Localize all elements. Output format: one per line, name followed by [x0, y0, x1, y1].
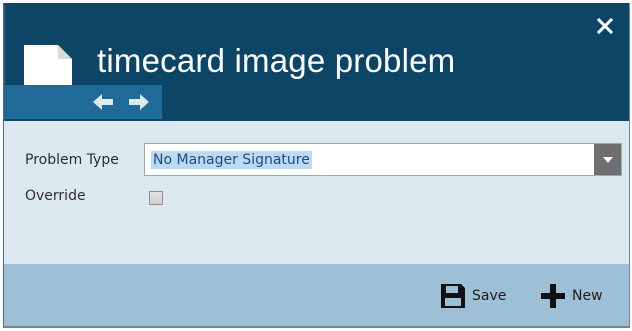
problem-type-label: Problem Type: [25, 152, 119, 168]
new-button[interactable]: New: [540, 283, 603, 309]
problem-type-value: No Manager Signature: [151, 151, 312, 169]
override-label: Override: [25, 188, 86, 204]
problem-form: Problem Type No Manager Signature Overri…: [4, 121, 629, 264]
save-label: Save: [472, 288, 507, 304]
new-label: New: [572, 288, 603, 304]
problem-type-dropdown-button[interactable]: [594, 144, 621, 175]
override-checkbox[interactable]: [149, 191, 163, 205]
chevron-down-icon: [603, 157, 613, 163]
dialog-footer: Save New: [4, 264, 629, 326]
timecard-problem-dialog: timecard image problem Problem Type No M…: [3, 3, 630, 328]
arrow-left-icon[interactable]: [92, 93, 114, 111]
record-navigation: [4, 85, 162, 119]
dialog-header: timecard image problem: [4, 3, 629, 121]
problem-type-select[interactable]: No Manager Signature: [144, 143, 622, 176]
arrow-right-icon[interactable]: [128, 93, 150, 111]
dialog-title: timecard image problem: [97, 42, 456, 79]
floppy-disk-icon: [441, 284, 465, 308]
plus-icon: [541, 284, 565, 308]
save-button[interactable]: Save: [440, 283, 506, 309]
close-icon[interactable]: [596, 17, 614, 35]
